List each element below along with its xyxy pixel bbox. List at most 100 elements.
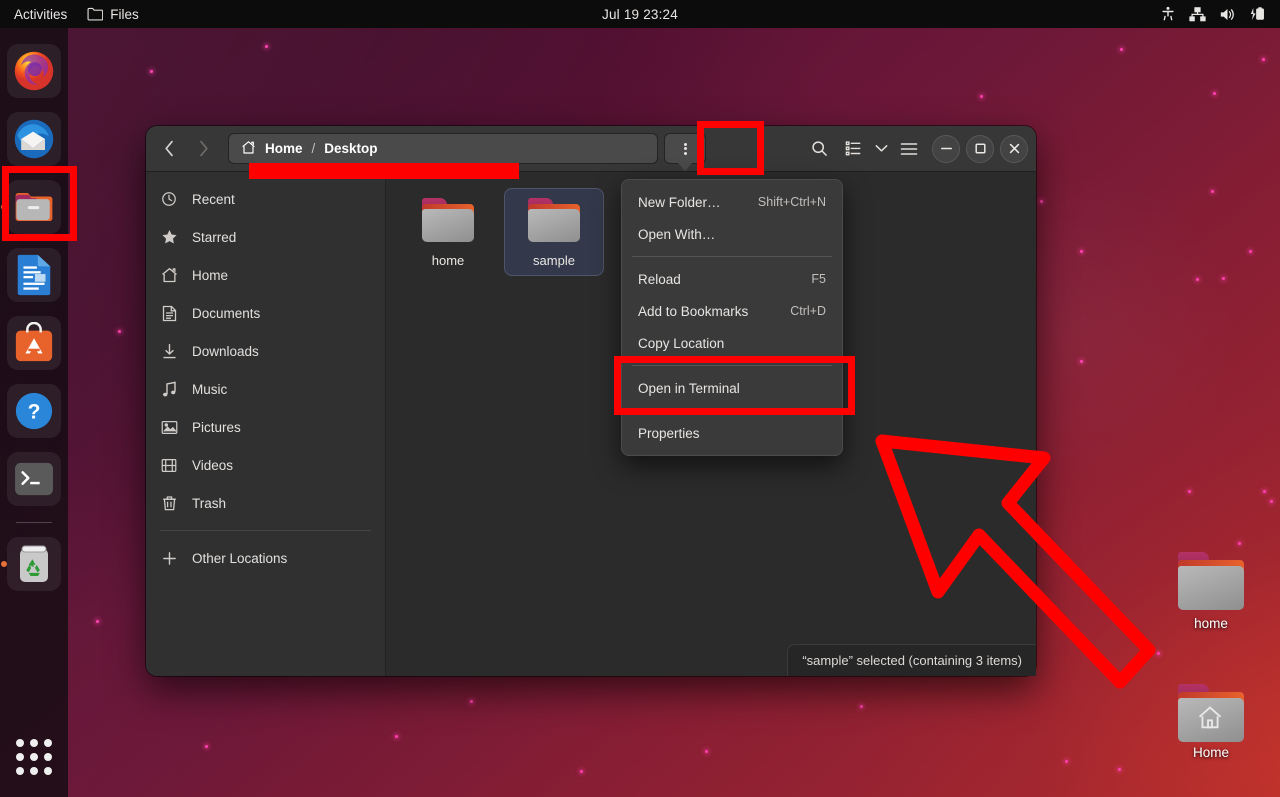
sidebar-item-other-locations[interactable]: Other Locations xyxy=(146,539,385,577)
menu-label-reload: Reload xyxy=(638,272,681,287)
star-icon xyxy=(160,229,178,245)
breadcrumb-separator: / xyxy=(312,141,316,156)
sidebar-label-documents: Documents xyxy=(192,306,260,321)
dock-item-terminal[interactable] xyxy=(7,452,61,506)
menu-label-add-to-bookmarks: Add to Bookmarks xyxy=(638,304,748,319)
sidebar-item-trash[interactable]: Trash xyxy=(146,484,385,522)
sidebar-label-starred: Starred xyxy=(192,230,236,245)
sidebar-item-music[interactable]: Music xyxy=(146,370,385,408)
folder-icon xyxy=(420,198,476,244)
document-icon xyxy=(160,305,178,322)
kebab-menu-button[interactable] xyxy=(664,133,706,164)
plus-icon xyxy=(160,551,178,566)
menu-pointer-arrow xyxy=(678,163,692,171)
download-icon xyxy=(160,343,178,360)
sidebar: Recent Starred Home xyxy=(146,172,386,676)
menu-separator-1 xyxy=(632,256,832,257)
file-label-sample: sample xyxy=(533,253,575,268)
clock-icon xyxy=(160,191,178,207)
trash-icon xyxy=(14,542,54,586)
sidebar-item-documents[interactable]: Documents xyxy=(146,294,385,332)
minimize-button[interactable] xyxy=(932,135,960,163)
menu-item-open-with[interactable]: Open With… xyxy=(622,218,842,250)
sidebar-label-trash: Trash xyxy=(192,496,226,511)
view-list-button[interactable] xyxy=(836,134,870,164)
view-options-chevron-down-icon[interactable] xyxy=(870,134,892,164)
music-note-icon xyxy=(160,381,178,398)
menu-separator-2 xyxy=(632,365,832,366)
status-bar: “sample” selected (containing 3 items) xyxy=(787,644,1036,676)
accessibility-icon[interactable] xyxy=(1160,6,1176,22)
dock-item-ubuntu-software[interactable] xyxy=(7,316,61,370)
sidebar-label-home: Home xyxy=(192,268,228,283)
menu-label-new-folder: New Folder… xyxy=(638,195,721,210)
dock-item-firefox[interactable] xyxy=(7,44,61,98)
menu-accel-new-folder: Shift+Ctrl+N xyxy=(758,195,826,209)
desktop-icon-label-home: home xyxy=(1148,616,1274,631)
search-button[interactable] xyxy=(802,134,836,164)
window-body: Recent Starred Home xyxy=(146,172,1036,676)
dock-item-thunderbird[interactable] xyxy=(7,112,61,166)
sidebar-item-pictures[interactable]: Pictures xyxy=(146,408,385,446)
desktop-screen: home Home Activities Files Jul 19 xyxy=(0,0,1280,797)
menu-item-add-to-bookmarks[interactable]: Add to Bookmarks Ctrl+D xyxy=(622,295,842,327)
app-menu-files[interactable]: Files xyxy=(87,7,139,22)
menu-item-new-folder[interactable]: New Folder… Shift+Ctrl+N xyxy=(622,186,842,218)
menu-item-properties[interactable]: Properties xyxy=(622,417,842,449)
dock-item-files[interactable] xyxy=(7,180,61,234)
dock-item-libreoffice-writer[interactable] xyxy=(7,248,61,302)
dock: ? xyxy=(0,28,68,797)
sidebar-separator xyxy=(160,530,371,531)
clock[interactable]: Jul 19 23:24 xyxy=(0,7,1280,22)
dock-separator xyxy=(16,522,52,523)
breadcrumb-home[interactable]: Home xyxy=(265,141,303,156)
sidebar-item-downloads[interactable]: Downloads xyxy=(146,332,385,370)
folder-icon xyxy=(526,198,582,244)
ubuntu-software-icon xyxy=(13,322,55,364)
svg-text:?: ? xyxy=(28,401,41,424)
desktop-icon-label-Home: Home xyxy=(1148,745,1274,760)
battery-icon[interactable] xyxy=(1249,6,1266,22)
sidebar-item-starred[interactable]: Starred xyxy=(146,218,385,256)
menu-separator-3 xyxy=(632,410,832,411)
sidebar-label-pictures: Pictures xyxy=(192,420,241,435)
close-button[interactable] xyxy=(1000,135,1028,163)
path-bar[interactable]: Home / Desktop xyxy=(228,133,658,164)
sidebar-item-videos[interactable]: Videos xyxy=(146,446,385,484)
home-icon xyxy=(160,267,178,283)
hamburger-menu-button[interactable] xyxy=(892,134,926,164)
firefox-icon xyxy=(12,49,56,93)
dock-item-help[interactable]: ? xyxy=(7,384,61,438)
sidebar-item-home[interactable]: Home xyxy=(146,256,385,294)
breadcrumb-current[interactable]: Desktop xyxy=(324,141,377,156)
app-menu-label: Files xyxy=(110,7,139,22)
running-indicator-trash xyxy=(1,561,7,567)
sidebar-label-recent: Recent xyxy=(192,192,235,207)
context-menu: New Folder… Shift+Ctrl+N Open With… Relo… xyxy=(621,179,843,456)
menu-label-properties: Properties xyxy=(638,426,700,441)
activities-button[interactable]: Activities xyxy=(14,7,67,22)
sidebar-label-videos: Videos xyxy=(192,458,233,473)
show-applications-button[interactable] xyxy=(14,737,54,777)
menu-label-open-in-terminal: Open in Terminal xyxy=(638,381,740,396)
files-icon xyxy=(13,189,55,225)
file-item-sample[interactable]: sample xyxy=(504,188,604,276)
sidebar-label-other-locations: Other Locations xyxy=(192,551,287,566)
sidebar-item-recent[interactable]: Recent xyxy=(146,180,385,218)
back-button[interactable] xyxy=(152,134,186,164)
forward-button[interactable] xyxy=(186,134,220,164)
home-icon xyxy=(241,140,256,158)
menu-item-copy-location[interactable]: Copy Location xyxy=(622,327,842,359)
running-indicator-files xyxy=(1,204,7,210)
menu-item-reload[interactable]: Reload F5 xyxy=(622,263,842,295)
trash-icon xyxy=(160,495,178,512)
file-item-home[interactable]: home xyxy=(398,188,498,276)
volume-icon[interactable] xyxy=(1219,7,1236,22)
window-header: Home / Desktop xyxy=(146,126,1036,172)
maximize-button[interactable] xyxy=(966,135,994,163)
network-icon[interactable] xyxy=(1189,7,1206,22)
dock-item-trash[interactable] xyxy=(7,537,61,591)
menu-accel-add-to-bookmarks: Ctrl+D xyxy=(790,304,826,318)
help-icon: ? xyxy=(13,390,55,432)
menu-item-open-in-terminal[interactable]: Open in Terminal xyxy=(622,372,842,404)
